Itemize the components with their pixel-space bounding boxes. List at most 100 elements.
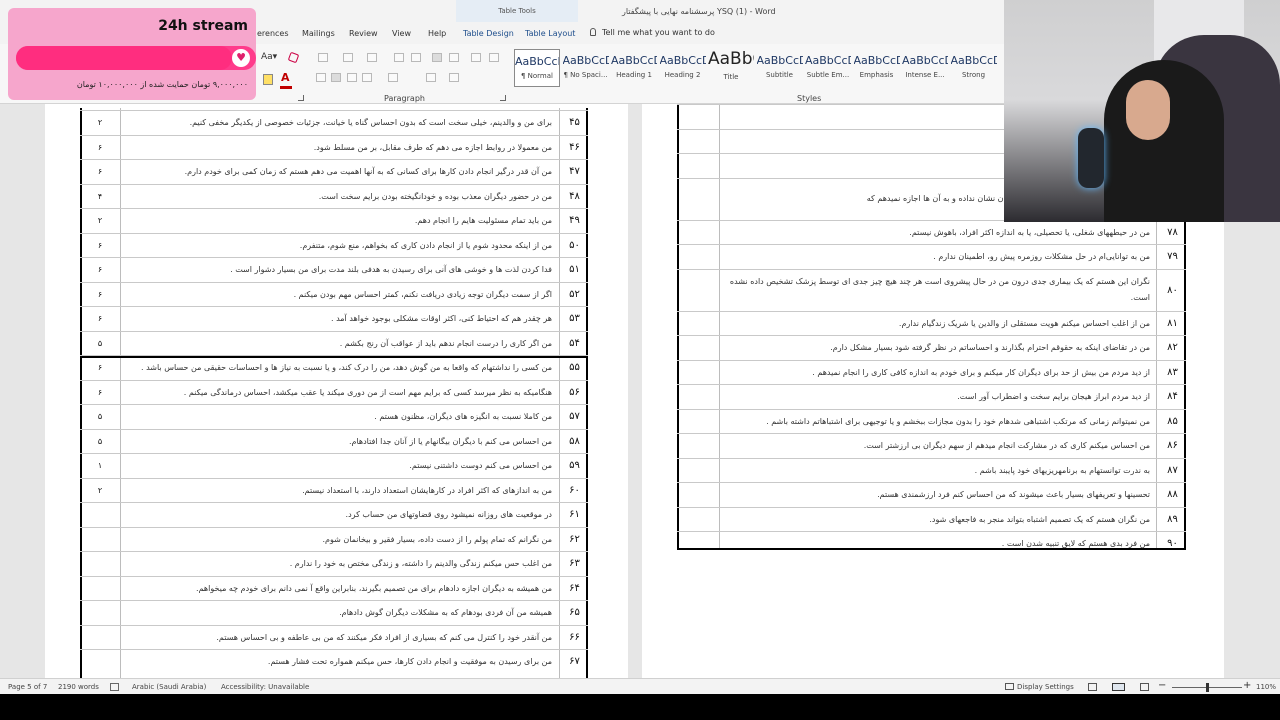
multilevel-icon[interactable] <box>367 53 377 62</box>
zoom-level[interactable]: 110% <box>1256 683 1276 691</box>
score-cell[interactable]: ۶ <box>80 283 120 306</box>
font-size-icon[interactable]: Aa▾ <box>261 52 277 62</box>
score-cell[interactable]: ۶ <box>80 234 120 257</box>
score-cell[interactable]: ۶ <box>80 381 120 404</box>
display-settings[interactable]: Display Settings <box>1017 683 1074 691</box>
score-cell[interactable]: ۲ <box>80 209 120 232</box>
table-row[interactable]: ۸۹ من نگران هستم که یک تصمیم اشتباه بتوان… <box>677 506 1186 532</box>
table-row[interactable]: ۶۰ من به اندازهای که اکثر افراد در کارهای… <box>80 477 588 502</box>
align-center-icon[interactable] <box>331 73 341 82</box>
display-settings-icon[interactable] <box>1005 683 1014 690</box>
clear-format-icon[interactable] <box>287 51 300 64</box>
score-cell[interactable]: ۲ <box>80 111 120 134</box>
table-row[interactable]: ۵۰ من از اینکه محدود شوم یا از انجام دادن… <box>80 232 588 257</box>
tab-view[interactable]: View <box>392 29 411 38</box>
zoom-slider-thumb[interactable] <box>1206 683 1209 692</box>
paragraph-dialog-launcher[interactable] <box>500 95 506 101</box>
sort-icon[interactable] <box>471 53 481 62</box>
highlight-icon[interactable] <box>263 74 273 85</box>
table-row[interactable]: ۵۶ هنگامیکه به نظر میرسد کسی که برایم مهم… <box>80 379 588 404</box>
style-item[interactable]: AaBbCcDdEe Strong <box>951 49 997 87</box>
table-row[interactable]: ۸۶ من احساس میکنم کاری که در مشارکت انجام… <box>677 433 1186 458</box>
score-cell[interactable]: ۶ <box>80 160 120 183</box>
score-cell[interactable]: ۶ <box>80 307 120 330</box>
table-row[interactable]: ۴۹ من باید تمام مسئولیت هایم را انجام دهم… <box>80 208 588 232</box>
borders-icon[interactable] <box>449 73 459 82</box>
word-count[interactable]: 2190 words <box>58 683 99 691</box>
table-row[interactable]: ۶۶ من آنقدر خود را کنترل می کنم که بسیاری… <box>80 624 588 649</box>
table-row[interactable]: ۸۲ من در تقاضای اینکه به حقوقم احترام بگذ… <box>677 335 1186 360</box>
language-indicator[interactable]: Arabic (Saudi Arabia) <box>132 683 206 691</box>
score-cell[interactable] <box>80 552 120 575</box>
table-row[interactable]: ۵۳ هر چقدر هم که احتیاط کنی، اکثر اوقات م… <box>80 306 588 330</box>
table-row[interactable]: ۹۰ من فرد بدی هستم که لایق تنبیه شدن است … <box>677 531 1186 556</box>
table-row[interactable]: ۸۳ از دید مردم من بیش از حد برای دیگران ک… <box>677 359 1186 385</box>
style-item[interactable]: AaBbCcDdEe Heading 1 <box>611 49 657 87</box>
style-item[interactable]: AaBbCcDdEe Subtitle <box>757 49 803 87</box>
table-row[interactable]: ۵۲ اگر از سمت دیگران توجه زیادی دریافت نک… <box>80 281 588 306</box>
style-item[interactable]: AaBbCcDdEe ¶ Normal <box>514 49 560 87</box>
font-dialog-launcher[interactable] <box>298 95 304 101</box>
table-row[interactable]: ۸۴ از دید مردم ابراز هیجان برایم سخت و اض… <box>677 384 1186 409</box>
table-row[interactable]: ۶۲ من نگرانم که تمام پولم را از دست داده،… <box>80 526 588 551</box>
style-item[interactable]: AaBbCcDdEe Emphasis <box>854 49 900 87</box>
style-item[interactable]: AaBbCcDdEe Intense E... <box>902 49 948 87</box>
justify-icon[interactable] <box>362 73 372 82</box>
numbering-icon[interactable] <box>343 53 353 62</box>
bullets-icon[interactable] <box>318 53 328 62</box>
table-row[interactable]: ۸۵ من نمیتوانم زمانی که مرتکب اشتباهی شده… <box>677 408 1186 434</box>
score-cell[interactable]: ۶ <box>80 136 120 159</box>
style-item[interactable]: AaBbCcDdEe Title <box>708 49 754 87</box>
proofing-icon[interactable] <box>110 683 119 691</box>
table-row[interactable]: ۴۷ من آن قدر درگیر انجام دادن کارها برای … <box>80 159 588 183</box>
score-cell[interactable]: ۵ <box>80 332 120 355</box>
table-row[interactable]: ۸۸ تحسینها و تعریفهای بسیار باعث میشوند ک… <box>677 482 1186 507</box>
score-cell[interactable] <box>80 650 120 673</box>
table-row[interactable]: ۵۱ فدا کردن لذت ها و خوشی های آنی برای رس… <box>80 257 588 281</box>
table-row[interactable]: ۸۱ من از اغلب احساس میکنم هویت مستقلی از … <box>677 310 1186 336</box>
style-item[interactable]: AaBbCcDdEe ¶ No Spaci... <box>563 49 609 87</box>
table-row[interactable]: ۵۷ من کاملا نسبت به انگیزه های دیگران، مظ… <box>80 404 588 428</box>
decrease-indent-icon[interactable] <box>394 53 404 62</box>
zoom-slider[interactable] <box>1172 683 1242 692</box>
score-cell[interactable] <box>80 528 120 551</box>
line-spacing-icon[interactable] <box>388 73 398 82</box>
table-row[interactable]: ۵۴ من اگر کاری را درست انجام ندهم باید از… <box>80 330 588 355</box>
pilcrow-icon[interactable] <box>489 53 499 62</box>
tab-table-layout[interactable]: Table Layout <box>525 29 575 38</box>
tab-table-design[interactable]: Table Design <box>463 29 514 38</box>
table-row[interactable]: ۶۱ در موقعیت های روزانه نمیشود روی قضاوته… <box>80 502 588 526</box>
tab-erences[interactable]: erences <box>257 29 289 38</box>
score-cell[interactable]: ۴ <box>80 185 120 208</box>
score-cell[interactable]: ۱ <box>80 454 120 477</box>
score-cell[interactable] <box>80 626 120 649</box>
zoom-in-button[interactable]: + <box>1243 680 1251 691</box>
score-cell[interactable]: ۶ <box>80 258 120 281</box>
table-row[interactable]: ۶۳ من اغلب حس میکنم زندگی والدینم را داشت… <box>80 551 588 575</box>
align-right-icon[interactable] <box>347 73 357 82</box>
score-cell[interactable]: ۲ <box>80 479 120 502</box>
increase-indent-icon[interactable] <box>411 53 421 62</box>
style-item[interactable]: AaBbCcDdEe Subtle Em... <box>805 49 851 87</box>
page-count[interactable]: Page 5 of 7 <box>8 683 47 691</box>
table-row[interactable]: ۶۷ من برای رسیدن به موفقیت و انجام دادن ک… <box>80 649 588 673</box>
style-item[interactable]: AaBbCcDdEe Heading 2 <box>660 49 706 87</box>
table-row[interactable]: ۷۹ من به توانایی‌ام در حل مشکلات روزمره پ… <box>677 244 1186 269</box>
score-cell[interactable]: ۵ <box>80 405 120 428</box>
table-row[interactable]: ۶۴ من همیشه به دیگران اجازه دادهام برای م… <box>80 575 588 600</box>
score-cell[interactable] <box>80 577 120 600</box>
table-row[interactable]: ۵۸ من احساس می کنم با دیگران بیگانهام یا … <box>80 428 588 453</box>
table-row[interactable]: ۸۷ به ندرت توانستهام به برنامهریزیهای خود… <box>677 457 1186 483</box>
tell-me-search[interactable]: Tell me what you want to do <box>590 28 715 37</box>
shading-icon[interactable] <box>426 73 436 82</box>
web-layout-icon[interactable] <box>1140 683 1149 691</box>
tab-mailings[interactable]: Mailings <box>302 29 335 38</box>
score-cell[interactable]: ۵ <box>80 430 120 453</box>
print-layout-icon[interactable] <box>1112 683 1125 691</box>
zoom-out-button[interactable]: − <box>1158 680 1166 691</box>
focus-mode-icon[interactable] <box>1088 683 1097 691</box>
ltr-icon[interactable] <box>432 53 442 62</box>
tab-review[interactable]: Review <box>349 29 378 38</box>
table-row[interactable]: ۷۸ من در حیطههای شغلی، یا تحصیلی، یا به ا… <box>677 219 1186 245</box>
rtl-icon[interactable] <box>449 53 459 62</box>
